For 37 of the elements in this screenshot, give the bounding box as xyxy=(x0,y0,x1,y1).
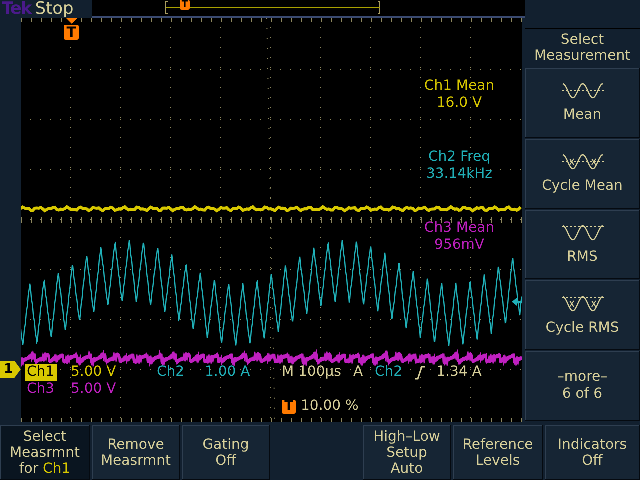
channel-marker: 1 xyxy=(0,361,21,378)
menu-button[interactable]: High–Low Setup Auto xyxy=(363,425,451,480)
menu-button[interactable]: Indicators Off xyxy=(545,425,640,480)
rising-edge-icon xyxy=(414,366,425,380)
measurement-button[interactable]: Mean xyxy=(525,68,640,138)
measurement-button[interactable]: Cycle RMS xyxy=(525,280,640,350)
channel-scale: 5.00 V xyxy=(71,381,118,398)
brand-logo: Tek xyxy=(2,0,32,18)
trigger-level: 1.34 A xyxy=(436,364,482,381)
trigger-source: Ch2 xyxy=(375,364,403,381)
measurement-button[interactable]: Cycle Mean xyxy=(525,138,640,209)
measurement-readout: Ch2 Freq 33.14kHz xyxy=(425,149,494,183)
waveform-icon xyxy=(562,222,604,243)
menu-button[interactable]: Reference Levels xyxy=(453,425,543,480)
trigger-label: A xyxy=(353,364,364,381)
menu-button[interactable]: Select Measrmnt for Ch1 xyxy=(0,425,90,480)
measurement-button[interactable]: RMS xyxy=(525,210,640,280)
waveform-icon xyxy=(562,81,604,102)
channel-label: Ch2 xyxy=(156,364,186,381)
trigger-marker: T xyxy=(282,400,296,414)
measurement-readout: Ch3 Mean 956mV xyxy=(423,220,496,254)
menu-button[interactable]: Gating Off xyxy=(182,425,270,480)
trigger-arrow-icon xyxy=(66,18,78,24)
channel-scale: 5.00 V xyxy=(71,364,118,381)
trigger-marker: T xyxy=(180,0,190,10)
channel-scale: 1.00 A xyxy=(205,364,252,381)
trigger-position: 10.00 % xyxy=(301,398,359,415)
channel-label: Ch1 xyxy=(25,364,57,381)
more-button[interactable]: –more– 6 of 6 xyxy=(525,351,640,421)
waveform-icon xyxy=(562,152,604,172)
acquisition-status: Stop xyxy=(35,0,74,18)
measurement-readout: Ch1 Mean 16.0 V xyxy=(423,78,496,112)
menu-button[interactable]: Remove Measrmnt xyxy=(92,425,180,480)
waveform-icon xyxy=(562,294,604,314)
timebase-readout: M 100µs xyxy=(282,364,342,381)
ch2-level-marker-icon xyxy=(512,297,522,307)
channel-label: Ch3 xyxy=(26,381,56,398)
